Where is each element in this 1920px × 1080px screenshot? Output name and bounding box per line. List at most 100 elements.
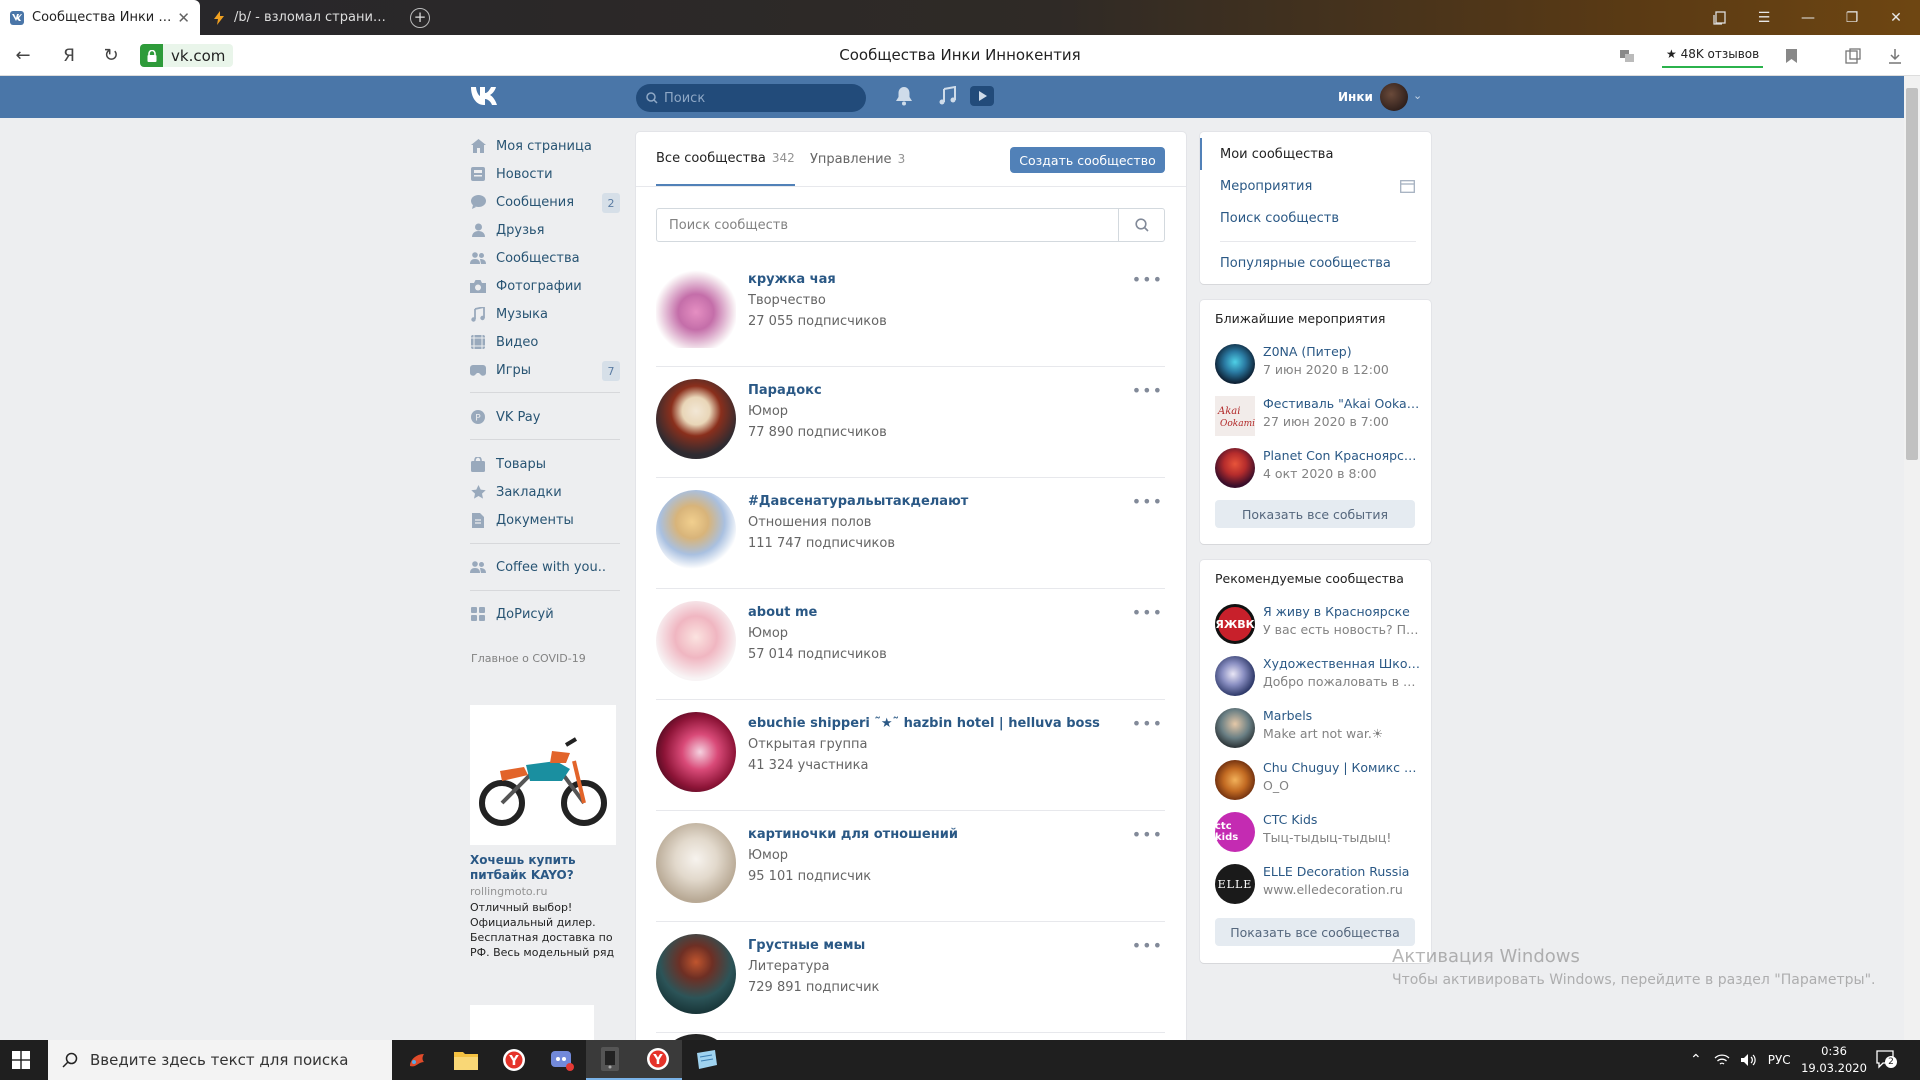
recommended-avatar[interactable]: ЯЖВК [1215,604,1255,644]
group-avatar[interactable] [656,379,736,459]
group-avatar[interactable] [656,823,736,903]
recommended-avatar[interactable]: ctc kids [1215,812,1255,852]
group-avatar[interactable] [656,268,736,348]
group-name[interactable]: Парадокс [748,383,822,398]
recommended-name[interactable]: Художественная Школа... [1263,656,1421,671]
more-options-icon[interactable]: ••• [1132,714,1163,733]
recommended-item[interactable]: ELLE ELLE Decoration Russia www.elledeco… [1215,860,1420,910]
language-indicator[interactable]: РУС [1768,1053,1791,1067]
system-clock[interactable]: 0:36 19.03.2020 [1800,1043,1868,1077]
ad-motorbike-image[interactable] [470,705,616,845]
group-avatar[interactable] [656,934,736,1014]
group-row[interactable]: ebuchie shipperi ˜★˜ hazbin hotel | hell… [656,700,1165,811]
sidebar-item-messages[interactable]: Сообщения 2 [470,189,620,215]
show-all-events-button[interactable]: Показать все события [1215,500,1415,528]
group-name[interactable]: кружка чая [748,272,836,287]
volume-icon[interactable] [1740,1053,1756,1067]
url-field[interactable]: vk.com [140,44,234,67]
covid-link[interactable]: Главное о COVID-19 [471,652,586,665]
more-options-icon[interactable]: ••• [1132,270,1163,289]
music-note-icon[interactable] [938,86,956,106]
back-icon[interactable]: ← [6,35,40,76]
more-options-icon[interactable]: ••• [1132,936,1163,955]
vk-search-input[interactable]: Поиск [636,84,866,112]
avatar[interactable] [1380,83,1408,111]
recommended-name[interactable]: Marbels [1263,708,1421,723]
recommended-avatar[interactable] [1215,760,1255,800]
reload-icon[interactable]: ↻ [94,35,128,76]
browser-tab-active[interactable]: Сообщества Инки Инн ✕ [0,0,200,35]
sidebar-item-games[interactable]: Игры 7 [470,357,620,383]
sidebar-item-documents[interactable]: Документы [470,507,620,533]
sidebar-item-friends[interactable]: Друзья [470,217,620,243]
yandex-icon[interactable]: Я [52,35,86,76]
new-tab-icon[interactable]: + [410,8,430,28]
scrollbar-thumb[interactable] [1906,88,1918,460]
sidebar-item-news[interactable]: Новости [470,161,620,187]
sidebar-item-goods[interactable]: Товары [470,451,620,477]
event-avatar[interactable]: Akai Ookami [1215,396,1255,436]
sidebar-item-video[interactable]: Видео [470,329,620,355]
close-window-icon[interactable]: ✕ [1874,0,1918,35]
group-name[interactable]: #Давсенатуральытакделают [748,494,968,509]
tab-close-icon[interactable]: ✕ [177,9,190,27]
sidebar-item-coffee-with-you[interactable]: Coffee with you.. [470,554,620,580]
sidebar-item-music[interactable]: Музыка [470,301,620,327]
recommended-item[interactable]: Marbels Make art not war.☀ [1215,704,1420,754]
nav-events[interactable]: Мероприятия [1200,170,1431,202]
discord-app-icon[interactable] [538,1040,586,1080]
event-avatar[interactable] [1215,344,1255,384]
more-options-icon[interactable]: ••• [1132,825,1163,844]
chevron-up-icon[interactable]: ⌃ [1690,1052,1702,1068]
calendar-icon[interactable] [1400,179,1415,193]
group-name[interactable]: Грустные мемы [748,938,865,953]
nav-search-groups[interactable]: Поиск сообществ [1200,202,1431,234]
more-options-icon[interactable]: ••• [1132,492,1163,511]
recommended-avatar[interactable] [1215,708,1255,748]
recommended-name[interactable]: Я живу в Красноярске [1263,604,1421,619]
bookmark-icon[interactable] [1774,35,1808,76]
play-icon[interactable] [970,86,994,106]
tab-all-groups[interactable]: Все сообщества 342 [656,132,795,186]
collections-icon[interactable] [1698,0,1742,35]
extensions-icon[interactable] [1836,35,1870,76]
search-button[interactable] [1118,209,1164,241]
recommended-item[interactable]: ЯЖВК Я живу в Красноярске У вас есть нов… [1215,600,1421,650]
ad-title[interactable]: Хочешь купить питбайк KAYO? [470,853,616,883]
recommended-name[interactable]: ELLE Decoration Russia [1263,864,1421,879]
notepad-app-icon[interactable] [682,1040,730,1080]
group-name[interactable]: ebuchie shipperi ˜★˜ hazbin hotel | hell… [748,716,1100,731]
sidebar-item-photos[interactable]: Фотографии [470,273,620,299]
recommended-avatar[interactable] [1215,656,1255,696]
group-row[interactable]: картиночки для отношений Юмор 95 101 под… [656,811,1165,922]
recommended-name[interactable]: CTC Kids [1263,812,1421,827]
event-item[interactable]: Z0NA (Питер) 7 июн 2020 в 12:00 [1215,340,1420,390]
sidebar-item-vkpay[interactable]: P VK Pay [470,404,620,430]
group-name[interactable]: about me [748,605,817,620]
recorder-app-icon[interactable] [586,1040,634,1080]
event-item[interactable]: Planet Con Красноярск | ... 4 окт 2020 в… [1215,444,1421,494]
show-all-groups-button[interactable]: Показать все сообщества [1215,918,1415,946]
group-row[interactable]: Парадокс Юмор 77 890 подписчиков ••• [656,367,1165,478]
event-name[interactable]: Z0NA (Питер) [1263,344,1421,359]
file-explorer-icon[interactable] [442,1040,490,1080]
event-avatar[interactable] [1215,448,1255,488]
translate-icon[interactable] [1610,35,1644,76]
paint-app-icon[interactable] [394,1040,442,1080]
user-name[interactable]: Инки [1338,76,1373,118]
more-options-icon[interactable]: ••• [1132,603,1163,622]
browser-tab-inactive[interactable]: /b/ - взломал страницу ан [202,0,400,35]
nav-my-groups[interactable]: Мои сообщества [1200,138,1431,170]
recommended-item[interactable]: Художественная Школа... Добро пожаловать… [1215,652,1421,702]
recommended-item[interactable]: ctc kids CTC Kids Тыц-тыдыц-тыдыц! [1215,808,1420,858]
nav-popular-groups[interactable]: Популярные сообщества [1200,247,1431,279]
menu-icon[interactable]: ☰ [1742,0,1786,35]
windows-start-icon[interactable] [12,1051,30,1069]
group-avatar[interactable] [656,712,736,792]
group-row[interactable]: about me Юмор 57 014 подписчиков ••• [656,589,1165,700]
sidebar-item-bookmarks[interactable]: Закладки [470,479,620,505]
notifications-bell-icon[interactable] [895,86,913,106]
reviews-badge[interactable]: ★ 48K отзывов [1662,42,1764,68]
download-icon[interactable] [1878,35,1912,76]
event-name[interactable]: Фестиваль "Akai Ookami... [1263,396,1421,411]
